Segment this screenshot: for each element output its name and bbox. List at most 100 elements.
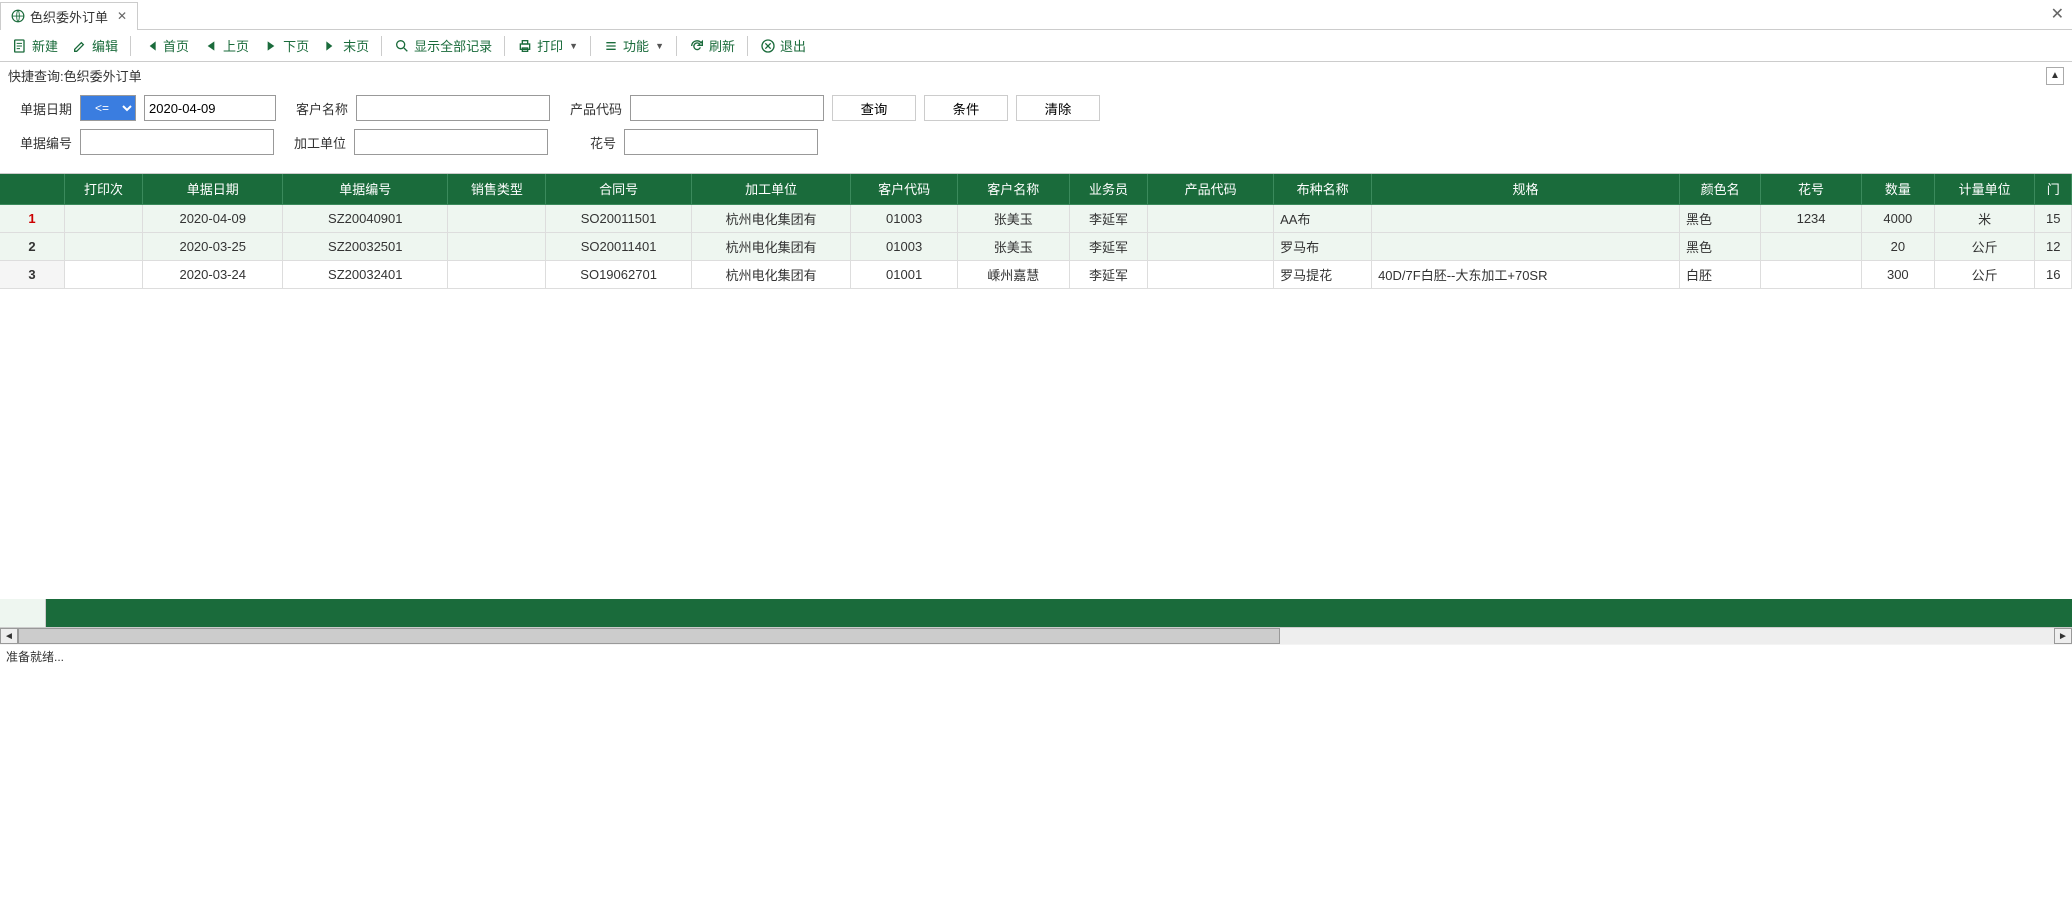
cell[interactable]: 公斤 bbox=[1934, 260, 2035, 288]
window-close-icon[interactable]: ✕ bbox=[2051, 4, 2064, 24]
table-row[interactable]: 32020-03-24SZ20032401SO19062701杭州电化集团有01… bbox=[0, 260, 2072, 288]
table-row[interactable]: 2 2020-03-25SZ20032501 SO20011401杭州电化集团有01… bbox=[0, 232, 2072, 260]
cell[interactable] bbox=[64, 204, 142, 232]
cell[interactable]: SO20011401 bbox=[546, 232, 692, 260]
next-page-button[interactable]: 下页 bbox=[257, 33, 315, 58]
cell[interactable]: 杭州电化集团有 bbox=[691, 260, 851, 288]
cell[interactable]: 白胚 bbox=[1680, 260, 1761, 288]
cell[interactable]: 300 bbox=[1861, 260, 1934, 288]
h-scrollbar[interactable]: ◄ ► bbox=[0, 627, 2072, 645]
refresh-button[interactable]: 刷新 bbox=[683, 33, 741, 58]
col-header[interactable]: 计量单位 bbox=[1934, 174, 2035, 204]
scroll-right-icon[interactable]: ► bbox=[2054, 628, 2072, 644]
cell[interactable]: SO20011501 bbox=[546, 204, 692, 232]
col-header[interactable] bbox=[0, 174, 64, 204]
date-op-select[interactable]: <= bbox=[80, 95, 136, 121]
print-button[interactable]: 打印 ▼ bbox=[511, 33, 584, 58]
row-number[interactable]: 2 bbox=[0, 232, 64, 260]
prev-page-button[interactable]: 上页 bbox=[197, 33, 255, 58]
cell[interactable] bbox=[448, 204, 546, 232]
col-header[interactable]: 销售类型 bbox=[448, 174, 546, 204]
row-number[interactable]: 1 bbox=[0, 204, 64, 232]
last-page-button[interactable]: 末页 bbox=[317, 33, 375, 58]
docno-input[interactable] bbox=[80, 129, 274, 155]
table-row[interactable]: 1 2020-04-09SZ20040901 SO20011501杭州电化集团有01… bbox=[0, 204, 2072, 232]
cell[interactable]: 1234 bbox=[1761, 204, 1862, 232]
cell[interactable]: 杭州电化集团有 bbox=[691, 232, 851, 260]
cell[interactable]: SZ20040901 bbox=[283, 204, 448, 232]
edit-button[interactable]: 编辑 bbox=[66, 33, 124, 58]
pattern-input[interactable] bbox=[624, 129, 818, 155]
cell[interactable]: 2020-03-24 bbox=[143, 260, 283, 288]
cell[interactable]: 2020-03-25 bbox=[143, 232, 283, 260]
cell[interactable] bbox=[448, 232, 546, 260]
cell[interactable] bbox=[1761, 232, 1862, 260]
cell[interactable]: 黑色 bbox=[1680, 204, 1761, 232]
col-header[interactable]: 布种名称 bbox=[1274, 174, 1372, 204]
cust-input[interactable] bbox=[356, 95, 550, 121]
col-header[interactable]: 业务员 bbox=[1069, 174, 1147, 204]
cell[interactable]: 40D/7F白胚--大东加工+70SR bbox=[1372, 260, 1680, 288]
cell[interactable]: 李延军 bbox=[1069, 260, 1147, 288]
cell[interactable]: 李延军 bbox=[1069, 232, 1147, 260]
col-header[interactable]: 花号 bbox=[1761, 174, 1862, 204]
col-header[interactable]: 单据编号 bbox=[283, 174, 448, 204]
cell[interactable]: SZ20032501 bbox=[283, 232, 448, 260]
cell[interactable] bbox=[1372, 204, 1680, 232]
cell[interactable]: 公斤 bbox=[1934, 232, 2035, 260]
col-header[interactable]: 打印次 bbox=[64, 174, 142, 204]
cell[interactable]: 16 bbox=[2035, 260, 2072, 288]
cell[interactable] bbox=[64, 232, 142, 260]
col-header[interactable]: 产品代码 bbox=[1148, 174, 1274, 204]
tab-close-icon[interactable]: ✕ bbox=[117, 9, 127, 23]
cell[interactable]: 李延军 bbox=[1069, 204, 1147, 232]
col-header[interactable]: 规格 bbox=[1372, 174, 1680, 204]
col-header[interactable]: 合同号 bbox=[546, 174, 692, 204]
cell[interactable]: 张美玉 bbox=[957, 232, 1069, 260]
cell[interactable]: 4000 bbox=[1861, 204, 1934, 232]
cell[interactable]: 2020-04-09 bbox=[143, 204, 283, 232]
cell[interactable] bbox=[1372, 232, 1680, 260]
col-header[interactable]: 数量 bbox=[1861, 174, 1934, 204]
first-page-button[interactable]: 首页 bbox=[137, 33, 195, 58]
cell[interactable]: 米 bbox=[1934, 204, 2035, 232]
cell[interactable]: SZ20032401 bbox=[283, 260, 448, 288]
prod-input[interactable] bbox=[630, 95, 824, 121]
cell[interactable]: 罗马提花 bbox=[1274, 260, 1372, 288]
cell[interactable]: 12 bbox=[2035, 232, 2072, 260]
new-button[interactable]: 新建 bbox=[6, 33, 64, 58]
cell[interactable]: 15 bbox=[2035, 204, 2072, 232]
query-button[interactable]: 查询 bbox=[832, 95, 916, 121]
cell[interactable]: 张美玉 bbox=[957, 204, 1069, 232]
row-number[interactable]: 3 bbox=[0, 260, 64, 288]
cell[interactable] bbox=[448, 260, 546, 288]
cell[interactable]: 杭州电化集团有 bbox=[691, 204, 851, 232]
scroll-thumb[interactable] bbox=[18, 628, 1280, 644]
cell[interactable]: 黑色 bbox=[1680, 232, 1761, 260]
tab-order[interactable]: 色织委外订单 ✕ bbox=[0, 2, 138, 30]
cell[interactable]: 嵊州嘉慧 bbox=[957, 260, 1069, 288]
scroll-left-icon[interactable]: ◄ bbox=[0, 628, 18, 644]
cell[interactable]: 01003 bbox=[851, 232, 957, 260]
col-header[interactable]: 加工单位 bbox=[691, 174, 851, 204]
cell[interactable] bbox=[1148, 260, 1274, 288]
clear-button[interactable]: 清除 bbox=[1016, 95, 1100, 121]
condition-button[interactable]: 条件 bbox=[924, 95, 1008, 121]
cell[interactable]: 罗马布 bbox=[1274, 232, 1372, 260]
collapse-button[interactable]: ▲ bbox=[2046, 67, 2064, 85]
cell[interactable]: 01003 bbox=[851, 204, 957, 232]
col-header[interactable]: 门 bbox=[2035, 174, 2072, 204]
col-header[interactable]: 颜色名 bbox=[1680, 174, 1761, 204]
exit-button[interactable]: 退出 bbox=[754, 33, 812, 58]
col-header[interactable]: 客户代码 bbox=[851, 174, 957, 204]
function-button[interactable]: 功能 ▼ bbox=[597, 33, 670, 58]
cell[interactable]: 01001 bbox=[851, 260, 957, 288]
cell[interactable]: 20 bbox=[1861, 232, 1934, 260]
cell[interactable] bbox=[1148, 204, 1274, 232]
col-header[interactable]: 单据日期 bbox=[143, 174, 283, 204]
date-input[interactable] bbox=[144, 95, 276, 121]
cell[interactable]: AA布 bbox=[1274, 204, 1372, 232]
cell[interactable] bbox=[1761, 260, 1862, 288]
cell[interactable] bbox=[1148, 232, 1274, 260]
show-all-button[interactable]: 显示全部记录 bbox=[388, 33, 498, 58]
